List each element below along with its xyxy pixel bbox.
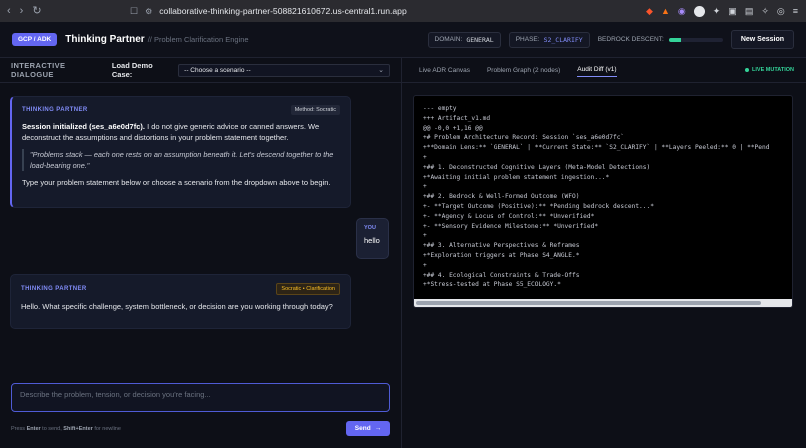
session-initialized-text: Session initialized (ses_a6e0d7fc). [22,122,145,131]
diff-line: +*Stress-tested at Phase S5_ECOLOGY.* [423,281,561,289]
forward-icon[interactable]: › [20,5,24,17]
artifact-tabs: Live ADR Canvas Problem Graph (2 nodes) … [402,58,806,83]
send-label: Send [354,425,371,432]
ai-icon[interactable]: ✧ [761,6,769,17]
hint-shift-enter-key: Shift+Enter [63,426,93,432]
app-header: GCP / ADK Thinking Partner // Problem Cl… [0,22,806,58]
hint-text: to send, [40,426,64,432]
live-mutation-indicator: LIVE MUTATION [745,67,806,73]
diff-line: +# Problem Architecture Record: Session … [423,134,625,142]
diff-line: +*Awaiting initial problem statement ing… [423,173,610,181]
menu-icon[interactable]: ≡ [793,6,798,16]
brave-rewards-icon[interactable]: ▲ [661,6,670,16]
keyboard-hint: Press Enter to send, Shift+Enter for new… [11,426,121,432]
tab-live-adr-canvas[interactable]: Live ADR Canvas [419,67,470,74]
reload-icon[interactable]: ↻ [32,5,41,17]
profile-avatar-icon[interactable] [693,5,705,17]
phase-value: S2_CLARIFY [543,35,583,44]
sender-label: THINKING PARTNER [22,107,88,113]
gcp-adk-badge: GCP / ADK [12,33,58,46]
user-message: YOU hello [356,218,389,259]
demo-case-select[interactable]: -- Choose a scenario -- ⌄ [178,63,390,77]
mode-badge: Socratic • Clarification [276,283,340,295]
url-text[interactable]: collaborative-thinking-partner-508821610… [159,6,406,16]
send-button[interactable]: Send → [346,421,390,436]
site-settings-icon[interactable]: ⚙ [145,7,152,16]
brave-shield-icon[interactable]: ◆ [646,6,653,17]
domain-label: DOMAIN: [434,35,463,43]
hint-text: for newline [92,426,121,432]
quote-block: "Problems stack — each one rests on an a… [22,149,340,171]
app-title: Thinking Partner [65,34,145,45]
hint-enter-key: Enter [26,426,41,432]
tab-problem-graph[interactable]: Problem Graph (2 nodes) [487,67,560,74]
diff-line: + [423,261,427,269]
extension-icons: ◆ ▲ ◉ ✦ ▣ ▤ ✧ ◎ ≡ [646,5,806,17]
address-bar[interactable]: ☐ ⚙ collaborative-thinking-partner-50882… [130,6,620,17]
sender-label: YOU [364,225,376,231]
domain-value: GENERAL [466,35,494,44]
hint-text: Press [11,426,27,432]
message-input[interactable]: Describe the problem, tension, or decisi… [11,383,390,412]
diff-line: @@ -0,0 +1,16 @@ [423,124,483,132]
diff-line: + [423,232,427,240]
new-session-button[interactable]: New Session [730,30,794,49]
dialogue-title: INTERACTIVE DIALOGUE [11,61,66,79]
live-dot-icon [745,68,750,72]
outro-text: Type your problem statement below or cho… [22,178,331,187]
diff-line: +## 1. Deconstructed Cognitive Layers (M… [423,163,651,171]
chevron-down-icon: ⌄ [378,67,384,74]
vpn-icon[interactable]: ◎ [777,6,785,17]
app-subtitle: // Problem Clarification Engine [147,35,249,44]
dialogue-pane: INTERACTIVE DIALOGUE Load Demo Case: -- … [0,58,402,448]
diff-line: +++ Artifact_v1.md [423,114,491,122]
diff-line: + [423,153,427,161]
tab-audit-diff[interactable]: Audit Diff (v1) [577,66,617,77]
bedrock-descent: BEDROCK DESCENT: [598,36,723,43]
message-body: Session initialized (ses_a6e0d7fc). I do… [22,121,340,143]
scrollbar-thumb[interactable] [416,301,761,305]
bedrock-progress-track [668,37,723,42]
message-body: Hello. What specific challenge, system b… [21,302,333,311]
diff-line: +## 4. Ecological Constraints & Trade-Of… [423,271,580,279]
sidebar-icon[interactable]: ▣ [728,6,737,17]
dialogue-toolbar: INTERACTIVE DIALOGUE Load Demo Case: -- … [0,58,401,83]
artifact-pane: Live ADR Canvas Problem Graph (2 nodes) … [402,58,806,448]
bookmark-icon[interactable]: ☐ [130,6,138,17]
diff-line: +- **Target Outcome (Positive):** *Pendi… [423,202,654,210]
diff-line: + [423,183,427,191]
browser-nav: ‹ › ↻ [0,5,130,17]
arrow-right-icon: → [374,425,382,432]
puzzle-icon[interactable]: ✦ [713,6,721,17]
diff-line: +**Domain Lens:** `GENERAL` | **Current … [423,144,770,152]
assistant-message: THINKING PARTNER Method: Socratic Sessio… [10,96,351,208]
diff-line: +*Exploration triggers at Phase S4_ANGLE… [423,251,580,259]
phase-chip: PHASE: S2_CLARIFY [508,31,590,48]
phase-label: PHASE: [515,35,540,43]
diff-line: --- empty [423,105,457,112]
browser-toolbar: ‹ › ↻ ☐ ⚙ collaborative-thinking-partner… [0,0,806,22]
header-status: DOMAIN: GENERAL PHASE: S2_CLARIFY BEDROC… [427,30,794,49]
diff-content: --- empty +++ Artifact_v1.md @@ -0,0 +1,16… [414,96,792,298]
demo-case-value: -- Choose a scenario -- [184,66,251,74]
bedrock-progress-fill [668,37,681,42]
audit-diff-panel[interactable]: --- empty +++ Artifact_v1.md @@ -0,0 +1,16… [413,95,793,308]
diff-line: +- **Sensory Evidence Milestone:** *Unve… [423,222,599,230]
live-mutation-label: LIVE MUTATION [752,67,794,73]
method-badge: Method: Socratic [290,105,340,115]
wallet-icon[interactable]: ▤ [745,6,754,17]
diff-line: +- **Agency & Locus of Control:** *Unver… [423,212,595,220]
back-icon[interactable]: ‹ [7,5,11,17]
diff-line: +## 3. Alternative Perspectives & Refram… [423,242,580,250]
horizontal-scrollbar[interactable] [414,299,792,307]
bedrock-label: BEDROCK DESCENT: [597,36,664,43]
message-body: hello [364,236,380,245]
domain-chip: DOMAIN: GENERAL [427,31,501,48]
diff-line: +## 2. Bedrock & Well-Formed Outcome (WF… [423,193,580,201]
assistant-message: THINKING PARTNER Socratic • Clarificatio… [10,274,351,329]
extension-icon[interactable]: ◉ [678,6,686,17]
sender-label: THINKING PARTNER [21,286,87,292]
demo-case-label: Load Demo Case: [111,61,153,79]
